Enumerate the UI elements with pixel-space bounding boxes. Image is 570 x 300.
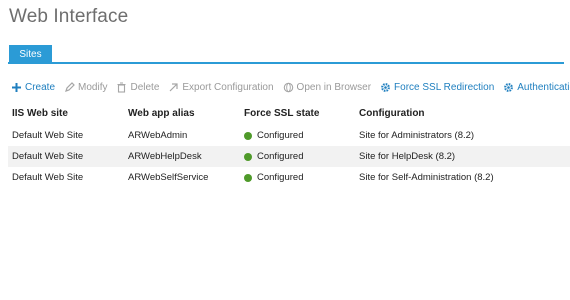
page-title: Web Interface	[9, 6, 129, 27]
gear-icon	[380, 82, 391, 93]
pencil-icon	[64, 81, 75, 93]
configuration-cell: Site for HelpDesk (8.2)	[359, 151, 456, 162]
force-ssl-redirection-button[interactable]: Force SSL Redirection	[380, 82, 494, 93]
globe-icon	[283, 82, 294, 93]
authentication-button[interactable]: Authentication	[503, 82, 570, 93]
column-header-iis-web-site[interactable]: IIS Web site	[12, 105, 68, 121]
modify-button[interactable]: Modify	[64, 82, 107, 93]
export-configuration-button[interactable]: Export Configuration	[168, 81, 274, 93]
site-cell: Default Web Site	[12, 130, 84, 141]
status-ok-icon	[244, 131, 252, 140]
force-ssl-label: Force SSL Redirection	[394, 81, 495, 93]
column-header-web-app-alias[interactable]: Web app alias	[128, 105, 195, 121]
table-header: IIS Web site Web app alias Force SSL sta…	[8, 105, 570, 121]
alias-cell: ARWebHelpDesk	[128, 151, 202, 162]
ssl-state-cell: Configured	[244, 125, 303, 146]
open-in-browser-button[interactable]: Open in Browser	[283, 82, 371, 93]
column-header-configuration[interactable]: Configuration	[359, 105, 425, 121]
create-button[interactable]: Create	[11, 82, 55, 93]
delete-label: Delete	[130, 81, 160, 93]
ssl-state-text: Configured	[257, 130, 304, 141]
export-label: Export Configuration	[182, 81, 274, 93]
export-arrow-icon	[168, 82, 179, 93]
modify-label: Modify	[78, 81, 108, 93]
ssl-state-cell: Configured	[244, 146, 303, 167]
configuration-cell: Site for Self-Administration (8.2)	[359, 172, 494, 183]
ssl-state-text: Configured	[257, 172, 304, 183]
tab-bar: Sites	[8, 45, 564, 64]
plus-icon	[11, 82, 22, 93]
status-ok-icon	[244, 152, 252, 161]
ssl-state-text: Configured	[257, 151, 304, 162]
alias-cell: ARWebAdmin	[128, 130, 188, 141]
alias-cell: ARWebSelfService	[128, 172, 209, 183]
table-row[interactable]: Default Web Site ARWebAdmin Configured S…	[8, 125, 570, 146]
status-ok-icon	[244, 173, 252, 182]
trash-icon	[116, 81, 127, 93]
table-row[interactable]: Default Web Site ARWebHelpDesk Configure…	[8, 146, 570, 167]
tab-sites[interactable]: Sites	[9, 45, 52, 63]
authentication-label: Authentication	[517, 81, 570, 93]
open-label: Open in Browser	[296, 81, 372, 93]
ssl-state-cell: Configured	[244, 167, 303, 188]
gear-icon	[503, 82, 514, 93]
configuration-cell: Site for Administrators (8.2)	[359, 130, 475, 141]
toolbar: Create Modify Delete Export Configuratio…	[11, 80, 570, 94]
column-header-force-ssl-state[interactable]: Force SSL state	[244, 105, 319, 121]
sites-table: IIS Web site Web app alias Force SSL sta…	[8, 105, 570, 188]
table-row[interactable]: Default Web Site ARWebSelfService Config…	[8, 167, 570, 188]
create-label: Create	[25, 81, 56, 93]
delete-button[interactable]: Delete	[116, 82, 159, 93]
site-cell: Default Web Site	[12, 172, 84, 183]
site-cell: Default Web Site	[12, 151, 84, 162]
